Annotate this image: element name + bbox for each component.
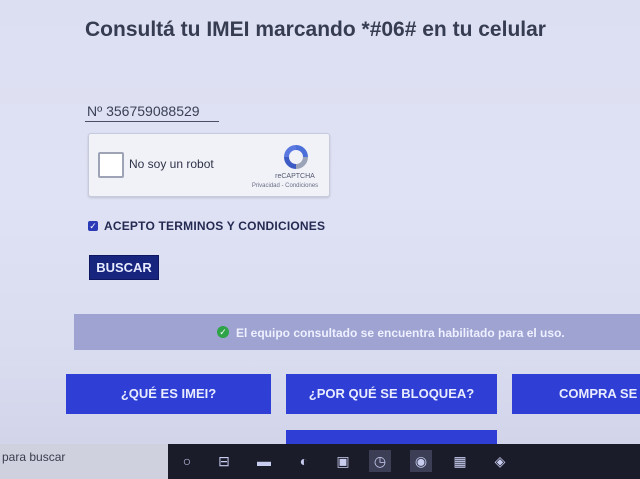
- what-is-imei-button[interactable]: ¿QUÉ ES IMEI?: [66, 374, 271, 414]
- cortana-icon[interactable]: ○: [176, 450, 198, 472]
- excel-icon[interactable]: ▣: [332, 450, 354, 472]
- recaptcha-widget[interactable]: No soy un robot reCAPTCHA Privacidad - C…: [88, 133, 330, 197]
- clock-app-icon[interactable]: ◷: [369, 450, 391, 472]
- terms-checkbox[interactable]: ✓: [88, 221, 98, 231]
- search-button[interactable]: BUSCAR: [89, 255, 159, 280]
- why-blocked-button[interactable]: ¿POR QUÉ SE BLOQUEA?: [286, 374, 497, 414]
- status-banner: ✓ El equipo consultado se encuentra habi…: [74, 314, 640, 350]
- file-explorer-icon[interactable]: ▬: [253, 450, 275, 472]
- page-title: Consultá tu IMEI marcando *#06# en tu ce…: [85, 18, 546, 41]
- status-message: El equipo consultado se encuentra habili…: [236, 326, 565, 340]
- buy-button[interactable]: COMPRA SE: [512, 374, 640, 414]
- chrome-icon[interactable]: ◉: [410, 450, 432, 472]
- vpn-icon[interactable]: ◈: [489, 450, 511, 472]
- recaptcha-brand: reCAPTCHA: [275, 173, 315, 180]
- edge-icon[interactable]: ◐: [293, 450, 315, 472]
- task-view-icon[interactable]: ⊟: [213, 450, 235, 472]
- taskbar: para buscar ○ ⊟ ▬ ◐ ▣ ◷ ◉ ▦ ◈: [0, 444, 640, 479]
- recaptcha-label: No soy un robot: [129, 157, 214, 171]
- calculator-icon[interactable]: ▦: [449, 450, 471, 472]
- recaptcha-checkbox[interactable]: [98, 152, 124, 178]
- taskbar-search-input[interactable]: para buscar: [0, 444, 168, 479]
- recaptcha-links[interactable]: Privacidad - Condiciones: [245, 183, 325, 189]
- imei-input[interactable]: Nº 356759088529: [85, 101, 219, 122]
- terms-label: ACEPTO TERMINOS Y CONDICIONES: [104, 219, 326, 233]
- check-circle-icon: ✓: [217, 326, 229, 338]
- recaptcha-logo-icon: [284, 145, 308, 169]
